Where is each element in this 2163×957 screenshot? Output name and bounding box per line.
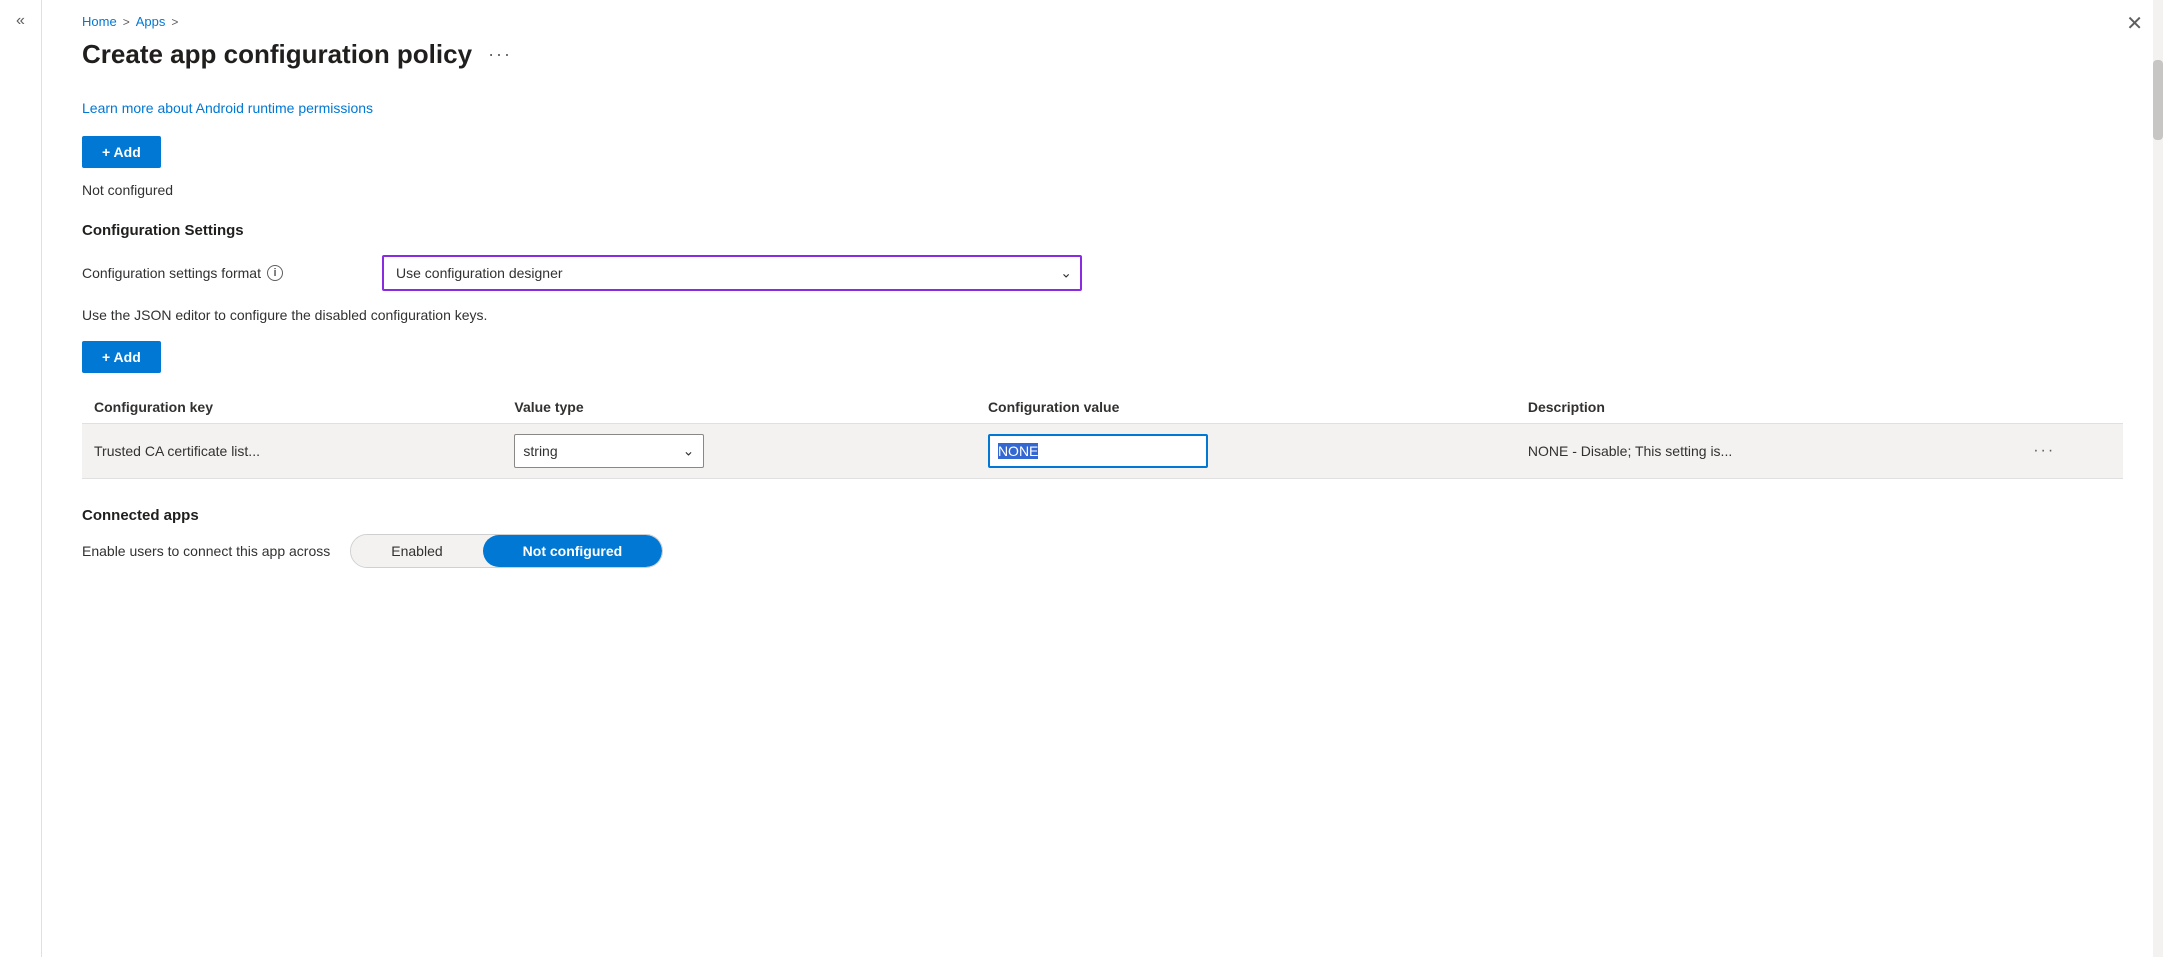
connected-apps-title: Connected apps [82,507,2123,524]
configuration-keys-table: Configuration key Value type Configurati… [82,391,2123,479]
add-button-top[interactable]: + Add [82,136,161,168]
not-configured-label: Not configured [82,182,2123,198]
col-header-config-key: Configuration key [82,391,502,424]
config-value-input[interactable] [988,434,1208,468]
breadcrumb-separator-2: > [171,15,178,29]
learn-more-link[interactable]: Learn more about Android runtime permiss… [82,100,373,116]
json-editor-hint: Use the JSON editor to configure the dis… [82,307,2123,323]
breadcrumb: Home > Apps > [82,0,2123,39]
breadcrumb-home[interactable]: Home [82,14,117,29]
col-header-description: Description [1516,391,2021,424]
scrollbar-thumb[interactable] [2153,60,2163,140]
config-format-row: Configuration settings format i Use conf… [82,255,2123,291]
connected-apps-section: Connected apps Enable users to connect t… [82,507,2123,568]
value-type-dropdown[interactable]: string integer boolean [514,434,704,468]
breadcrumb-separator-1: > [123,15,130,29]
enable-connect-label: Enable users to connect this app across [82,543,330,559]
configuration-settings-section: Configuration Settings Configuration set… [82,222,2123,479]
config-format-info-icon[interactable]: i [267,265,283,281]
scrollbar[interactable] [2153,0,2163,957]
breadcrumb-apps[interactable]: Apps [136,14,166,29]
cell-row-actions: ··· [2021,424,2123,479]
main-content-panel: Home > Apps > Create app configuration p… [42,0,2163,957]
col-header-actions [2021,391,2123,424]
value-type-dropdown-wrapper: string integer boolean ⌄ [514,434,704,468]
page-more-options-icon[interactable]: ··· [488,44,512,65]
close-button[interactable]: ✕ [2126,14,2143,34]
page-header: Create app configuration policy ··· [82,39,2123,70]
page-title: Create app configuration policy [82,39,472,70]
config-format-dropdown-wrapper: Use configuration designer Enter JSON da… [382,255,1082,291]
cell-description: NONE - Disable; This setting is... [1516,424,2021,479]
table-header-row: Configuration key Value type Configurati… [82,391,2123,424]
toggle-enabled-option[interactable]: Enabled [351,535,482,567]
enable-connect-row: Enable users to connect this app across … [82,534,2123,568]
cell-value-type: string integer boolean ⌄ [502,424,976,479]
table-row: Trusted CA certificate list... string in… [82,424,2123,479]
add-config-key-button[interactable]: + Add [82,341,161,373]
config-format-dropdown[interactable]: Use configuration designer Enter JSON da… [382,255,1082,291]
col-header-value-type: Value type [502,391,976,424]
config-format-label: Configuration settings format i [82,265,362,281]
toggle-group: Enabled Not configured [350,534,663,568]
configuration-settings-title: Configuration Settings [82,222,2123,239]
toggle-not-configured-option[interactable]: Not configured [483,535,663,567]
cell-config-value [976,424,1516,479]
sidebar-collapse-panel: « [0,0,42,957]
cell-config-key: Trusted CA certificate list... [82,424,502,479]
collapse-sidebar-icon[interactable]: « [16,12,25,30]
col-header-config-value: Configuration value [976,391,1516,424]
row-more-options-icon[interactable]: ··· [2033,442,2055,459]
